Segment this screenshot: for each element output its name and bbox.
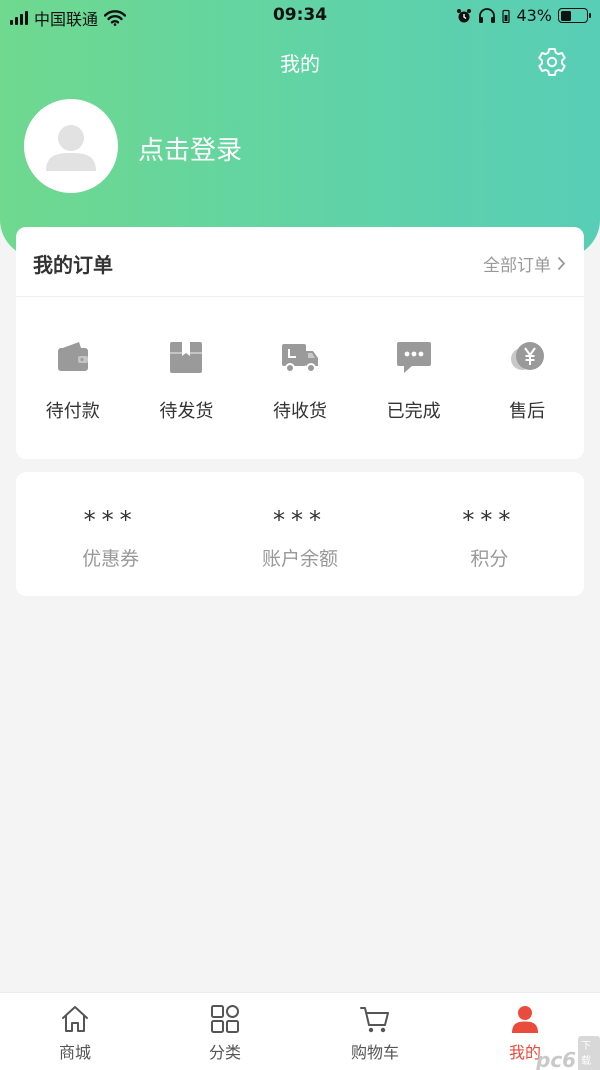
avatar[interactable] [24,99,118,193]
order-item-label: 售后 [509,401,546,422]
all-orders-label: 全部订单 [483,256,551,276]
chevron-right-icon [557,256,566,271]
page-title: 我的 [280,52,320,76]
truck-icon [281,344,318,373]
tab-category[interactable]: 分类 [150,993,300,1070]
tab-mall[interactable]: 商城 [0,993,150,1070]
home-icon [62,1006,88,1032]
grid-icon [211,1005,239,1033]
order-after-sales[interactable]: 售后 [470,337,584,423]
tab-label: 购物车 [350,1043,399,1062]
asset-label: 积分 [470,548,509,570]
login-link[interactable]: 点击登录 [138,130,242,167]
bottom-tab-bar: 商城 分类 购物车 我的 [0,992,600,1070]
points-summary[interactable]: *** 积分 [395,472,584,596]
order-item-label: 待付款 [45,401,100,422]
watermark-logo: pc6 [536,1047,577,1070]
order-item-label: 待收货 [272,401,327,422]
box-icon [170,342,203,373]
asset-label: 优惠券 [82,548,140,570]
watermark-badge: 下载站 [578,1036,600,1070]
status-bar: 中国联通 09:34 43% [0,0,600,32]
all-orders-link[interactable]: 全部订单 [483,251,566,276]
order-item-label: 已完成 [386,401,441,422]
battery-level [560,10,572,21]
site-watermark: pc6 下载站 [536,1036,600,1070]
tab-label: 商城 [58,1043,91,1062]
order-status-list: 待付款 待发货 待收货 已完成 售后 [16,337,584,423]
headphones-icon [479,7,496,23]
tab-cart[interactable]: 购物车 [300,993,450,1070]
yen-coin-icon [511,342,545,370]
settings-gear-icon[interactable] [536,46,568,78]
asset-value: *** [83,506,138,534]
order-pending-receipt[interactable]: 待收货 [243,337,357,423]
order-item-label: 待发货 [159,401,214,422]
asset-value: *** [272,506,327,534]
default-avatar-icon [24,99,118,193]
person-icon [512,1006,538,1033]
battery-percent: 43% [516,6,552,25]
alarm-icon [457,8,472,22]
order-pending-payment[interactable]: 待付款 [16,337,130,423]
asset-value: *** [462,506,517,534]
battery-icon [558,8,591,23]
asset-label: 账户余额 [261,548,338,570]
tab-label: 分类 [208,1043,241,1062]
coupon-summary[interactable]: *** 优惠券 [16,472,205,596]
wallet-icon [57,342,88,371]
cart-icon [360,1007,389,1033]
headphone-battery-icon [502,9,511,23]
status-right: 43% [456,6,591,25]
orders-title: 我的订单 [33,253,113,277]
orders-card: 我的订单 全部订单 待付款 待发货 待收货 已完成 售后 [16,227,584,459]
chat-bubble-icon [396,342,431,373]
orders-divider [16,296,584,297]
order-pending-shipment[interactable]: 待发货 [130,337,244,423]
order-completed[interactable]: 已完成 [357,337,471,423]
balance-summary[interactable]: *** 账户余额 [205,472,394,596]
assets-card: *** 优惠券 *** 账户余额 *** 积分 [16,472,584,596]
